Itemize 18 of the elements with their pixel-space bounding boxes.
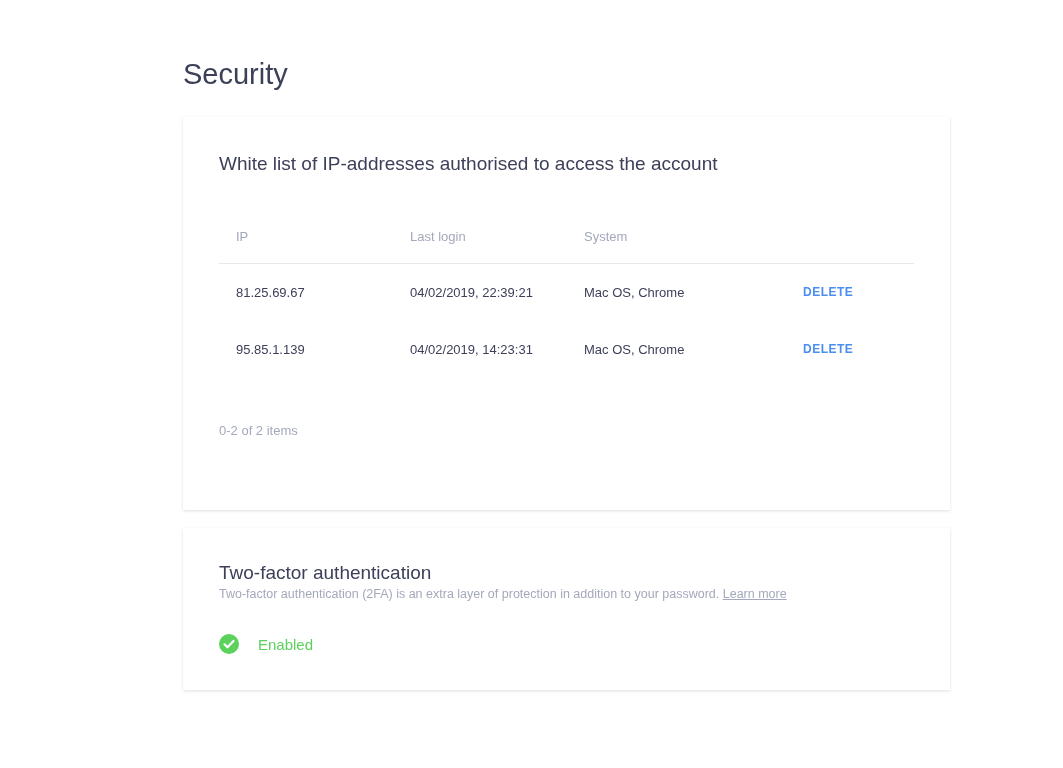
last-login-cell-text: 04/02/2019, 22:39:21 <box>410 285 534 300</box>
system-cell-text: Mac OS, Chrome <box>584 342 686 357</box>
ip-cell-text: 95.85.1.139 <box>236 342 306 357</box>
pagination-text: 0-2 of 2 items <box>219 423 298 438</box>
section-title: Two-factor authentication <box>219 562 433 584</box>
column-header: System <box>584 229 629 246</box>
delete-button[interactable]: DELETE <box>803 284 854 299</box>
delete-button[interactable]: DELETE <box>803 341 854 356</box>
learn-more-link[interactable]: Learn more <box>722 587 787 601</box>
ip-cell-text: 81.25.69.67 <box>236 285 306 300</box>
description-text: Two-factor authentication (2FA) is an extra layer of protection in addition to your password. Learn more <box>219 587 788 601</box>
column-header: Last login <box>410 229 467 246</box>
column-header: IP <box>236 229 250 246</box>
card-title: White list of IP-addresses authorised to access the account <box>219 153 719 175</box>
page-title: Security <box>183 58 288 91</box>
system-cell-text: Mac OS, Chrome <box>584 285 686 300</box>
last-login-cell-text: 04/02/2019, 14:23:31 <box>410 342 534 357</box>
status-text: Enabled <box>258 635 314 653</box>
